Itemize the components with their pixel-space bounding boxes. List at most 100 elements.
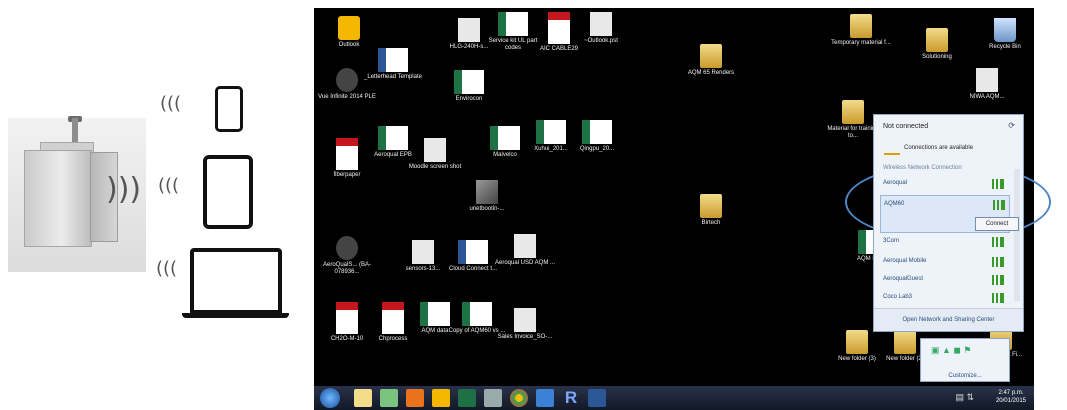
pdf-icon	[382, 302, 404, 334]
desktop-icon[interactable]: Envirocon	[438, 70, 500, 103]
network-item[interactable]: 3Com	[880, 233, 1008, 251]
start-button[interactable]	[320, 388, 340, 408]
desktop-icon[interactable]: Recycle Bin	[974, 18, 1034, 51]
folder-icon	[700, 44, 722, 68]
desktop-icon-label: AIC CABLE29	[539, 46, 579, 52]
desktop-icon[interactable]: Temporary material f...	[830, 14, 892, 47]
desktop-icon-label: Chprocess	[378, 336, 408, 342]
clock-date: 20/01/2015	[995, 398, 1026, 404]
network-list-scrollbar[interactable]	[1014, 169, 1020, 301]
chrome-icon[interactable]	[510, 389, 528, 407]
network-item[interactable]: AeroqualGuest	[880, 271, 1008, 289]
desktop-icon-label: Xuhui_201...	[534, 146, 568, 152]
desktop-icon-label: Solutioning	[922, 54, 952, 60]
desktop-icon[interactable]: Aeroqual USD AQM ...	[494, 234, 556, 267]
folder-icon	[846, 330, 868, 354]
desktop-icon-label: Recycle Bin	[989, 44, 1021, 50]
desktop-icon-label: Temporary material f...	[831, 40, 891, 46]
air-quality-monitor	[24, 150, 92, 247]
vlc-icon[interactable]	[406, 389, 424, 407]
desktop-icon-label: ~Outlook.pst	[584, 38, 618, 44]
clock-time: 2:47 p.m.	[998, 390, 1024, 396]
word-icon[interactable]	[588, 389, 606, 407]
network-item[interactable]: AQM60 Connect	[880, 195, 1019, 233]
desktop-icon-label: Birtech	[701, 220, 721, 226]
available-message: Connections are available	[904, 145, 974, 151]
media-icon[interactable]	[484, 389, 502, 407]
folder-icon	[842, 100, 864, 124]
desktop-icon-label: Malvelco	[493, 152, 517, 158]
outlook-icon[interactable]	[432, 389, 450, 407]
connect-button[interactable]: Connect	[975, 217, 1019, 231]
r-icon[interactable]: R	[562, 389, 580, 407]
desktop-icon[interactable]: ~Outlook.pst	[570, 12, 632, 45]
pdf-icon	[336, 302, 358, 334]
excel-icon	[462, 302, 492, 326]
desktop-icon-label: sensors-13...	[405, 266, 441, 272]
excel-icon[interactable]	[458, 389, 476, 407]
desktop-icon[interactable]: Outlook	[318, 16, 380, 49]
desktop-icon-label: Moodle screen shot	[408, 164, 462, 170]
desktop-icon[interactable]: Solutioning	[906, 28, 968, 61]
app-icon[interactable]	[380, 389, 398, 407]
folder-icon	[894, 330, 916, 354]
refresh-icon[interactable]: ⟳	[1008, 121, 1015, 130]
tray-overflow-popup: ▣ ▲ ◼ ⚑ Customize...	[920, 338, 1010, 382]
desktop-icon[interactable]: Birtech	[680, 194, 742, 227]
wifi-strength-icon	[990, 275, 1004, 285]
tray-icons[interactable]: ▣ ▲ ◼ ⚑	[931, 345, 971, 356]
clock[interactable]: 2:47 p.m. 20/01/2015	[996, 389, 1026, 405]
word-icon	[458, 240, 488, 264]
taskbar: R ▤ ⇅ 2:47 p.m. 20/01/2015	[314, 386, 1034, 410]
system-tray-icons[interactable]: ▤ ⇅	[955, 392, 974, 403]
file-icon	[590, 12, 612, 36]
desktop-icon[interactable]: Sales Invoice_SO-...	[494, 308, 556, 341]
desktop-icon-label: AQM 65 Renders	[687, 70, 735, 76]
laptop-icon	[190, 248, 282, 314]
desktop-icon[interactable]: Qingpu_20...	[566, 120, 628, 153]
explorer-icon[interactable]	[354, 389, 372, 407]
excel-icon	[536, 120, 566, 144]
wifi-signal-icon: (((	[158, 175, 180, 196]
app-icon[interactable]	[536, 389, 554, 407]
network-item[interactable]: Aeroqual	[880, 175, 1008, 193]
excel-icon	[490, 126, 520, 150]
network-name: Aeroqual	[883, 180, 908, 186]
desktop-icon-label: AQM data	[421, 328, 449, 334]
app-icon	[336, 236, 358, 260]
desktop-icon-label: Outlook	[338, 42, 360, 48]
desktop-icon[interactable]: Vue Infinite 2014 PLE	[316, 68, 378, 101]
network-item[interactable]: Aeroqual Mobile	[880, 253, 1008, 271]
excel-icon	[498, 12, 528, 36]
wifi-signal-icon: (((	[160, 93, 182, 114]
desktop-icon-label: NIWA AQM...	[969, 94, 1005, 100]
recycle-bin-icon	[994, 18, 1016, 42]
excel-icon	[582, 120, 612, 144]
desktop-icon[interactable]: NIWA AQM...	[956, 68, 1018, 101]
document-icon	[412, 240, 434, 264]
folder-icon	[850, 14, 872, 38]
open-network-center-link[interactable]: Open Network and Sharing Center	[874, 308, 1023, 331]
desktop-icon[interactable]: AeroQualS... (BA-078936...	[316, 236, 378, 276]
desktop-icon-label: CH2O-M-10	[330, 336, 364, 342]
wireless-network-popup: Not connected ⟳ Connections are availabl…	[873, 114, 1024, 332]
desktop-icon-label: Envirocon	[455, 96, 483, 102]
desktop-icon[interactable]: AQM 65 Renders	[680, 44, 742, 77]
wifi-strength-icon	[990, 293, 1004, 303]
customize-link[interactable]: Customize...	[921, 373, 1009, 379]
desktop-icon-label: AeroQualS... (BA-078936...	[322, 262, 372, 275]
connection-status: Not connected	[883, 123, 929, 130]
wifi-strength-icon	[990, 179, 1004, 189]
desktop-icon-label: unetbootin-...	[469, 206, 505, 212]
network-name: AeroqualGuest	[883, 276, 924, 282]
laptop-base	[182, 313, 289, 318]
desktop-icon[interactable]: unetbootin-...	[456, 180, 518, 213]
desktop-icon-label: Sales Invoice_SO-...	[497, 334, 553, 340]
document-icon	[976, 68, 998, 92]
folder-icon	[926, 28, 948, 52]
smartphone-icon	[215, 86, 243, 132]
signal-strength-icon	[884, 141, 900, 155]
desktop-icon[interactable]: Moodle screen shot	[404, 138, 466, 171]
document-icon	[458, 18, 480, 42]
network-item[interactable]: Coco Lab3	[880, 289, 1008, 307]
